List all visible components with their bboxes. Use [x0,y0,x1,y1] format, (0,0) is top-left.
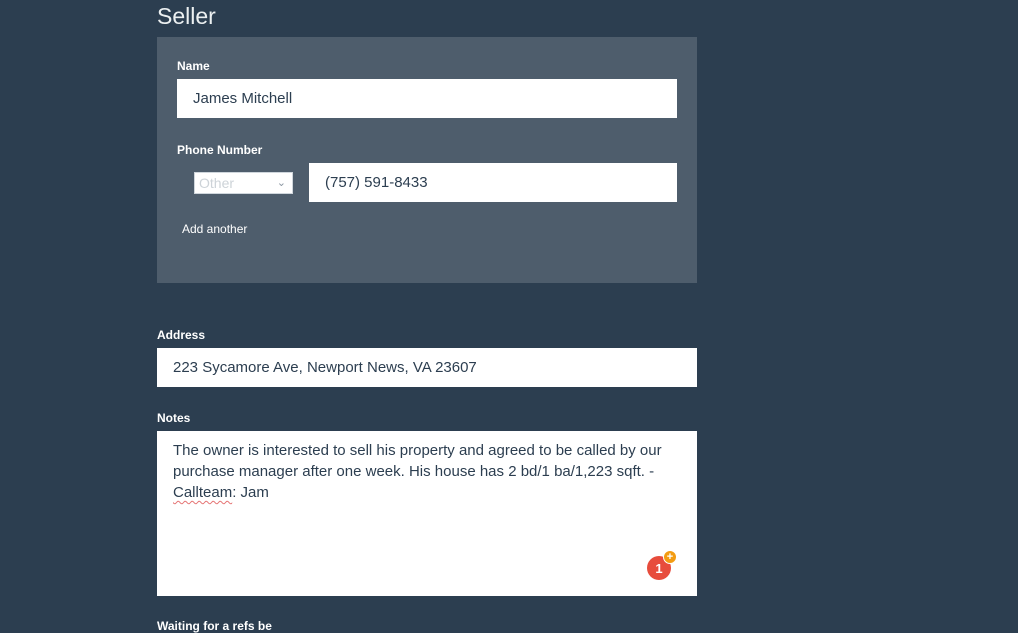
phone-input[interactable]: (757) 591-8433 [309,163,677,202]
phone-type-value: Other [199,175,235,191]
name-input[interactable]: James Mitchell [177,79,677,118]
notes-textarea[interactable]: The owner is interested to sell his prop… [157,431,697,596]
address-input[interactable]: 223 Sycamore Ave, Newport News, VA 23607 [157,348,697,387]
section-title: Seller [157,3,216,29]
phone-value: (757) 591-8433 [325,174,428,191]
add-another-link[interactable]: Add another [182,222,247,236]
seller-panel: Name James Mitchell Phone Number Other ⌄… [157,37,697,283]
address-label: Address [157,328,206,342]
misspelled-word: Callteam [173,484,233,501]
address-value: 223 Sycamore Ave, Newport News, VA 23607 [173,359,477,376]
phone-label: Phone Number [177,143,263,157]
plus-icon: + [663,550,677,564]
notes-label: Notes [157,411,191,425]
name-value: James Mitchell [193,90,293,107]
notes-text: The owner is interested to sell his prop… [173,442,662,480]
name-label: Name [177,59,210,73]
notes-text-end: : Jam [232,484,269,501]
next-section-label: Waiting for a refs be [157,619,272,633]
phone-type-select[interactable]: Other ⌄ [194,172,293,194]
chevron-down-icon: ⌄ [276,177,286,189]
